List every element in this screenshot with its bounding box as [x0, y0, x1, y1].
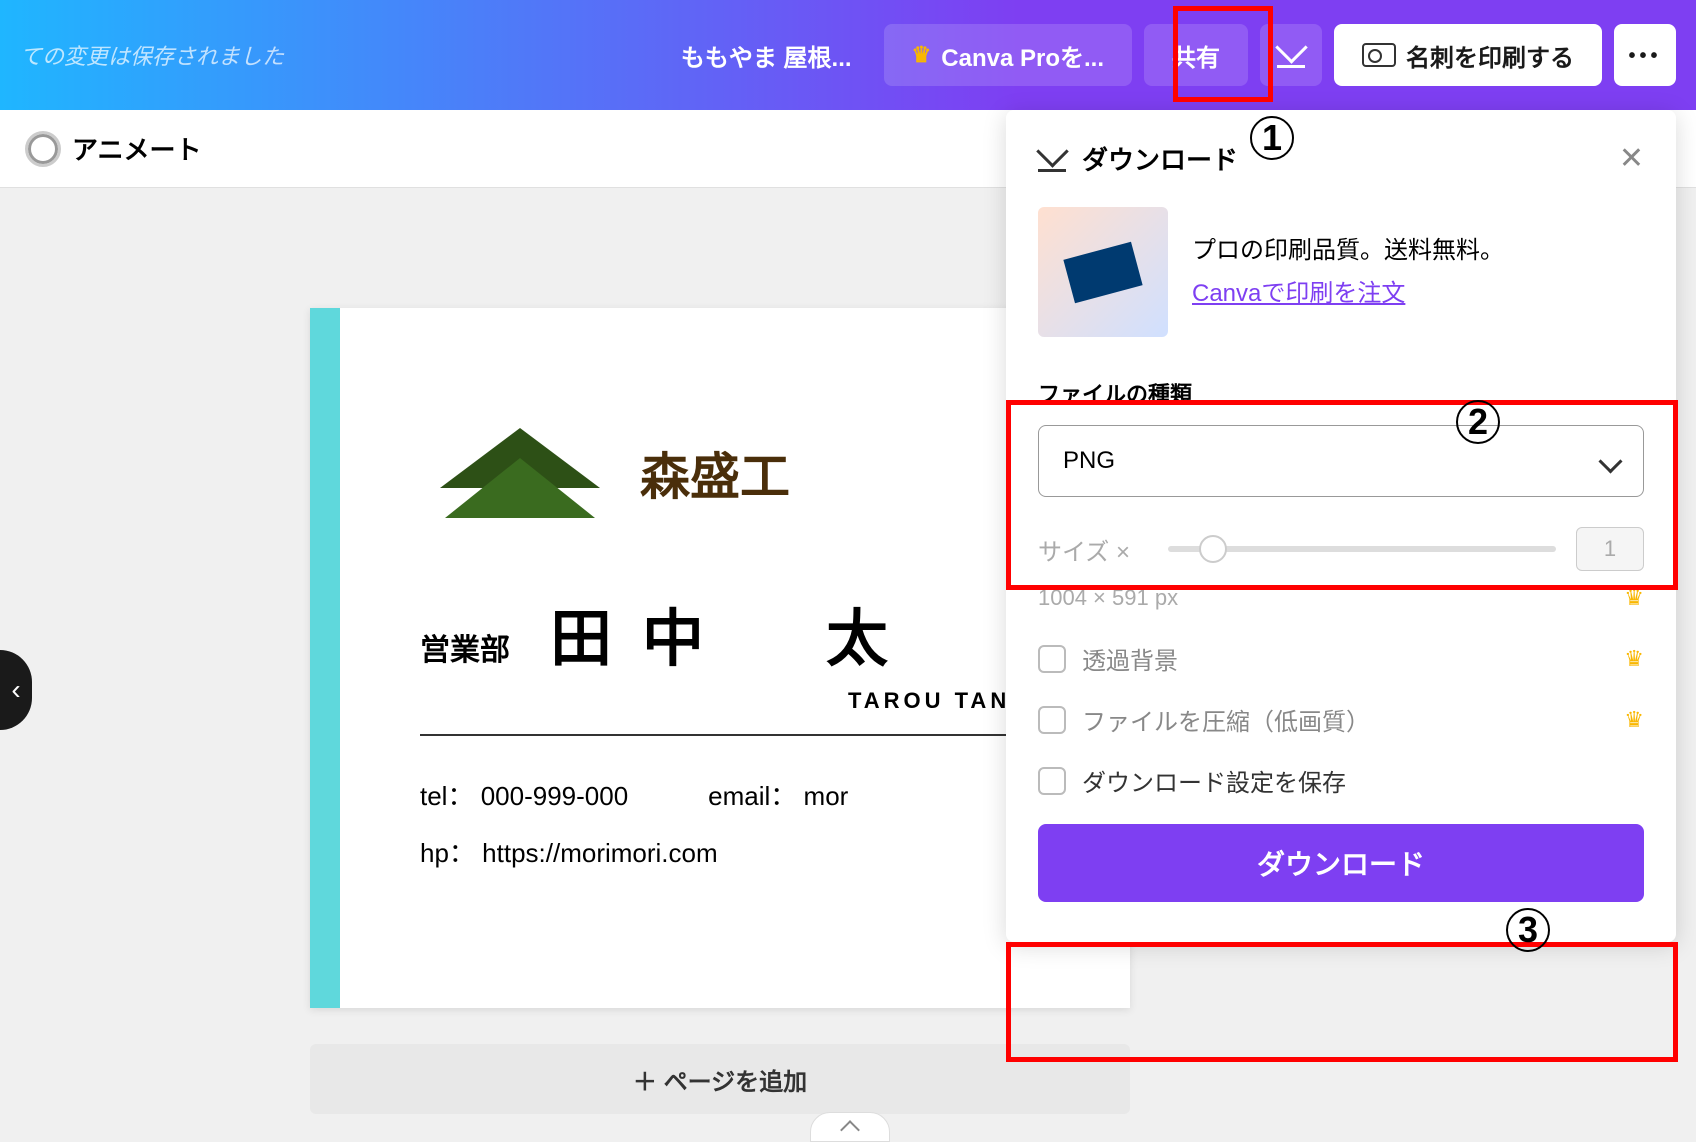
app-header: ての変更は保存されました ももやま 屋根... ♛ Canva Proを... … — [0, 0, 1696, 110]
promo-image — [1038, 207, 1168, 337]
dimensions-text: 1004 × 591 px — [1038, 585, 1178, 611]
transparent-bg-label: 透過背景 — [1082, 641, 1608, 676]
transparent-bg-row[interactable]: 透過背景 ♛ — [1038, 641, 1644, 676]
email-label: email： — [708, 781, 796, 811]
canva-pro-label: Canva Proを... — [941, 38, 1104, 73]
slider-thumb[interactable] — [1199, 535, 1227, 563]
crown-icon: ♛ — [1624, 585, 1644, 611]
size-input[interactable] — [1576, 527, 1644, 571]
compress-label: ファイルを圧縮（低画質） — [1082, 702, 1608, 737]
checkbox[interactable] — [1038, 645, 1066, 673]
chevron-down-icon — [1602, 453, 1619, 470]
close-icon[interactable]: ✕ — [1619, 141, 1644, 176]
compress-row[interactable]: ファイルを圧縮（低画質） ♛ — [1038, 702, 1644, 737]
tel-value: 000-999-000 — [481, 781, 628, 811]
annotation-2: 2 — [1456, 400, 1500, 444]
card-icon — [1362, 43, 1396, 67]
card-header: 森盛工 — [420, 418, 1070, 528]
print-promo: プロの印刷品質。送料無料。 Canvaで印刷を注文 — [1038, 207, 1644, 337]
crown-icon: ♛ — [912, 42, 932, 68]
file-type-label: ファイルの種類 — [1038, 377, 1644, 409]
more-icon — [1628, 41, 1661, 69]
share-button[interactable]: 共有 — [1144, 24, 1248, 86]
size-slider[interactable] — [1168, 546, 1556, 552]
email-value: mor — [804, 781, 849, 811]
contact-row-2: hp： https://morimori.com — [420, 833, 1070, 870]
annotation-1: 1 — [1250, 116, 1294, 160]
download-action-button[interactable]: ダウンロード — [1038, 824, 1644, 902]
document-title[interactable]: ももやま 屋根... — [661, 38, 872, 73]
chevron-left-icon — [11, 674, 20, 706]
panel-header: ダウンロード ✕ — [1038, 140, 1644, 177]
hp-value: https://morimori.com — [482, 838, 718, 868]
add-page-button[interactable]: ＋ ページを追加 — [310, 1044, 1130, 1114]
animate-icon — [28, 134, 58, 164]
name-romaji: TAROU TANAK — [420, 688, 1070, 714]
more-button[interactable] — [1614, 24, 1676, 86]
promo-text: プロの印刷品質。送料無料。 — [1192, 229, 1504, 272]
animate-button[interactable]: アニメート — [72, 130, 201, 167]
promo-link[interactable]: Canvaで印刷を注文 — [1192, 280, 1405, 307]
company-name: 森盛工 — [640, 437, 790, 509]
canva-pro-button[interactable]: ♛ Canva Proを... — [884, 24, 1132, 86]
name-row: 営業部 田中 太 — [420, 588, 1070, 678]
person-name: 田中 太 — [550, 588, 918, 678]
annotation-3: 3 — [1506, 908, 1550, 952]
print-card-label: 名刺を印刷する — [1406, 38, 1574, 73]
print-card-button[interactable]: 名刺を印刷する — [1334, 24, 1602, 86]
crown-icon: ♛ — [1624, 646, 1644, 672]
save-settings-label: ダウンロード設定を保存 — [1082, 763, 1644, 798]
page-pill[interactable] — [810, 1112, 890, 1142]
download-button[interactable] — [1260, 24, 1322, 86]
contact-row-1: tel： 000-999-000 email： mor — [420, 776, 1070, 813]
file-type-value: PNG — [1063, 447, 1115, 475]
share-label: 共有 — [1172, 38, 1220, 73]
tel-label: tel： — [420, 781, 473, 811]
checkbox[interactable] — [1038, 767, 1066, 795]
panel-title: ダウンロード — [1082, 140, 1603, 177]
chevron-up-icon — [843, 1117, 857, 1137]
download-icon — [1277, 42, 1305, 68]
file-type-select[interactable]: PNG — [1038, 425, 1644, 497]
crown-icon: ♛ — [1624, 707, 1644, 733]
dimensions-row: 1004 × 591 px ♛ — [1038, 585, 1644, 611]
download-icon — [1038, 146, 1066, 172]
save-status: ての変更は保存されました — [20, 39, 284, 71]
department: 営業部 — [420, 625, 510, 669]
company-logo — [420, 418, 620, 528]
size-label: サイズ × — [1038, 532, 1148, 567]
download-panel: ダウンロード ✕ プロの印刷品質。送料無料。 Canvaで印刷を注文 ファイルの… — [1006, 110, 1676, 942]
card-divider — [420, 734, 1070, 736]
save-settings-row[interactable]: ダウンロード設定を保存 — [1038, 763, 1644, 798]
hp-label: hp： — [420, 838, 475, 868]
checkbox[interactable] — [1038, 706, 1066, 734]
size-row: サイズ × — [1038, 527, 1644, 571]
